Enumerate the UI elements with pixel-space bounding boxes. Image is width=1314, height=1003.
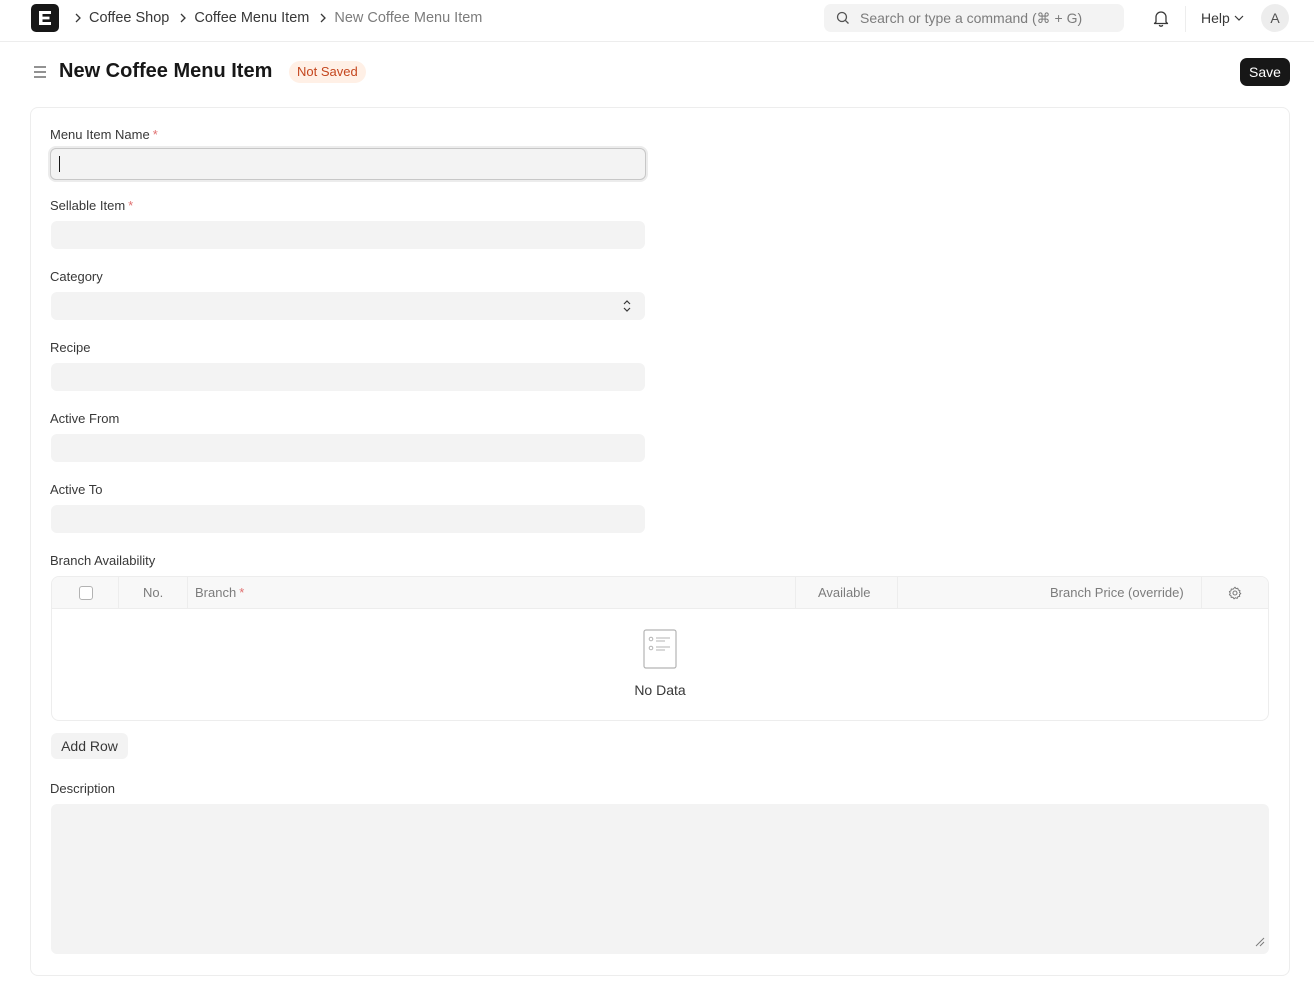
chevron-down-icon <box>1234 15 1244 21</box>
table-header: No. Branch * Available Branch Price (over… <box>52 577 1268 609</box>
help-label: Help <box>1201 10 1230 26</box>
menu-item-name-label-text: Menu Item Name <box>50 127 150 142</box>
column-header-available: Available <box>818 585 871 600</box>
app-logo-icon <box>39 11 51 25</box>
select-arrows-icon <box>623 299 631 316</box>
select-all-checkbox[interactable] <box>79 586 93 600</box>
sellable-item-input[interactable] <box>51 221 645 249</box>
recipe-input[interactable] <box>51 363 645 391</box>
breadcrumb-current: New Coffee Menu Item <box>334 10 483 26</box>
column-header-branch-price: Branch Price (override) <box>1050 585 1184 600</box>
breadcrumb-coffee-shop[interactable]: Coffee Shop <box>89 10 169 26</box>
column-divider <box>187 577 188 609</box>
breadcrumb: Coffee Shop Coffee Menu Item New Coffee … <box>72 0 490 36</box>
category-select[interactable] <box>51 292 645 320</box>
navbar-divider <box>1185 6 1186 32</box>
text-cursor <box>59 156 60 172</box>
page-title: New Coffee Menu Item <box>59 60 273 82</box>
no-data-list-icon <box>643 629 677 672</box>
app-logo[interactable] <box>31 4 59 32</box>
menu-item-name-input[interactable] <box>50 148 646 180</box>
active-from-label: Active From <box>50 411 120 426</box>
search-icon <box>836 11 850 28</box>
no-data-text: No Data <box>634 682 686 698</box>
required-marker: * <box>239 585 245 600</box>
column-divider <box>118 577 119 609</box>
branch-availability-table: No. Branch * Available Branch Price (over… <box>51 576 1269 721</box>
save-button[interactable]: Save <box>1240 58 1290 86</box>
chevron-right-icon <box>74 13 82 23</box>
top-navbar: Coffee Shop Coffee Menu Item New Coffee … <box>0 0 1314 42</box>
gear-icon[interactable] <box>1228 586 1242 603</box>
column-divider <box>1201 577 1202 609</box>
avatar[interactable]: A <box>1261 4 1289 32</box>
sellable-item-label: Sellable Item * <box>50 198 133 213</box>
description-label: Description <box>50 781 116 796</box>
required-marker: * <box>128 198 134 213</box>
sellable-item-label-text: Sellable Item <box>50 198 126 213</box>
breadcrumb-coffee-menu-item[interactable]: Coffee Menu Item <box>194 10 309 26</box>
help-dropdown[interactable]: Help <box>1201 10 1244 26</box>
search-placeholder: Search or type a command (⌘ + G) <box>860 10 1083 26</box>
branch-availability-label: Branch Availability <box>50 553 156 568</box>
required-marker: * <box>152 127 158 142</box>
menu-item-name-label: Menu Item Name * <box>50 127 158 142</box>
column-header-branch-text: Branch <box>195 585 237 600</box>
category-label: Category <box>50 269 103 284</box>
recipe-label: Recipe <box>50 340 91 355</box>
column-divider <box>897 577 898 609</box>
active-from-input[interactable] <box>51 434 645 462</box>
notifications-bell-icon[interactable] <box>1153 9 1169 30</box>
description-textarea[interactable] <box>51 804 1269 954</box>
active-to-label: Active To <box>50 482 103 497</box>
chevron-right-icon <box>179 13 187 23</box>
resize-handle-icon[interactable] <box>1255 935 1265 950</box>
sidebar-toggle-menu-icon[interactable] <box>32 64 48 83</box>
column-header-no: No. <box>143 585 164 600</box>
active-to-input[interactable] <box>51 505 645 533</box>
add-row-button[interactable]: Add Row <box>51 733 128 759</box>
search-bar[interactable]: Search or type a command (⌘ + G) <box>824 4 1124 32</box>
status-badge: Not Saved <box>289 61 366 83</box>
column-divider <box>795 577 796 609</box>
chevron-right-icon <box>319 13 327 23</box>
column-header-branch: Branch * <box>195 577 244 609</box>
